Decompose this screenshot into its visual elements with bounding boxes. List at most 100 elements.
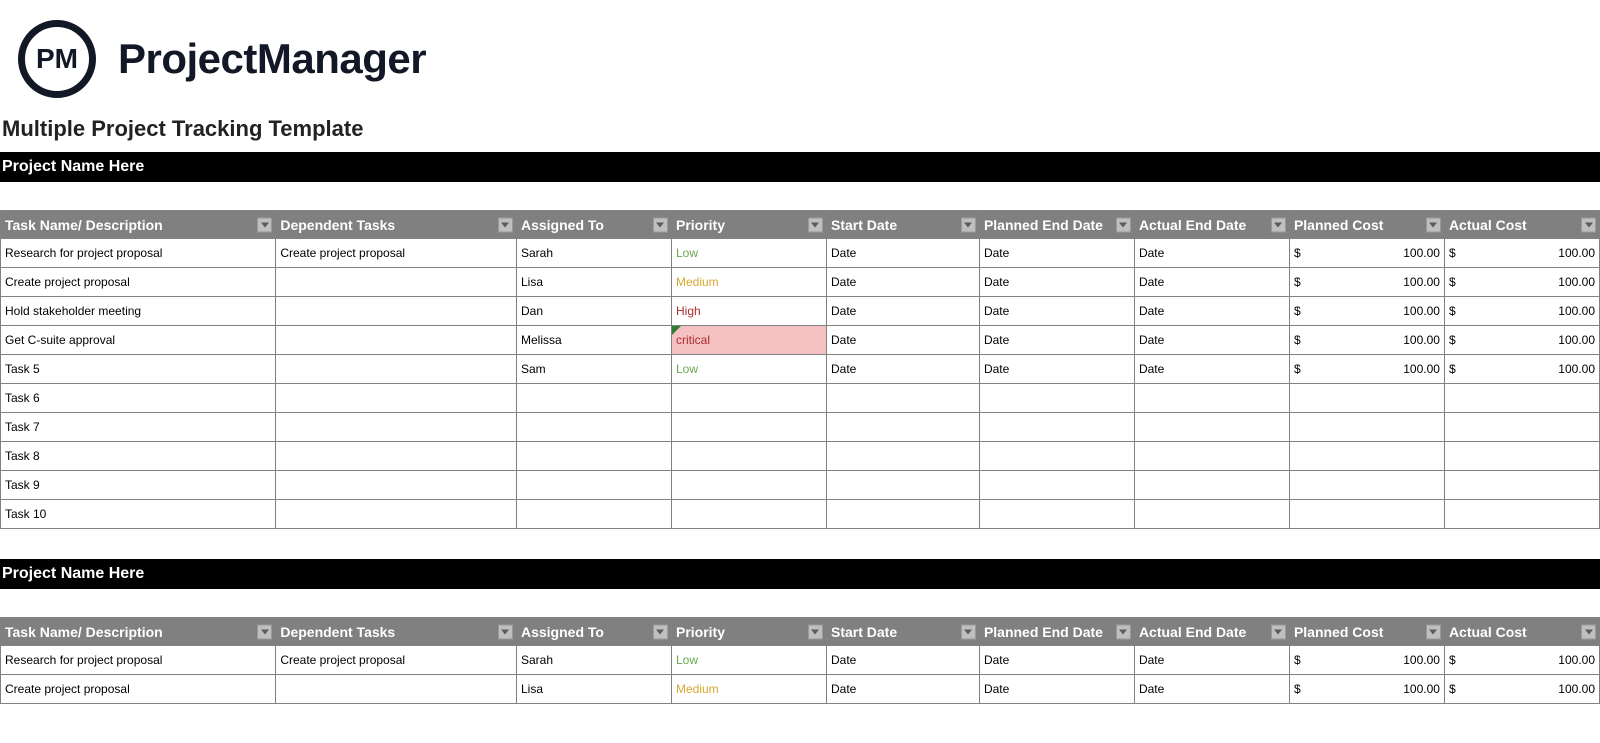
cell-priority[interactable]: Medium — [671, 268, 826, 297]
cell-plan-end[interactable] — [979, 384, 1134, 413]
table-row[interactable]: Task 9 — [1, 471, 1600, 500]
col-dependent[interactable]: Dependent Tasks — [276, 618, 517, 646]
cell-start[interactable]: Date — [826, 646, 979, 675]
cell-assigned[interactable]: Dan — [516, 297, 671, 326]
cell-priority[interactable]: High — [671, 297, 826, 326]
cell-priority[interactable] — [671, 471, 826, 500]
cell-plan-end[interactable]: Date — [979, 646, 1134, 675]
cell-act-cost[interactable]: $100.00 — [1444, 646, 1599, 675]
cell-dependent[interactable] — [276, 355, 517, 384]
cell-assigned[interactable]: Sarah — [516, 646, 671, 675]
cell-priority[interactable]: Medium — [671, 675, 826, 704]
cell-act-cost[interactable] — [1444, 500, 1599, 529]
col-act-end[interactable]: Actual End Date — [1134, 618, 1289, 646]
cell-start[interactable] — [826, 500, 979, 529]
cell-plan-cost[interactable] — [1289, 442, 1444, 471]
filter-dropdown-icon[interactable] — [653, 217, 668, 232]
table-row[interactable]: Get C-suite approvalMelissacriticalDateD… — [1, 326, 1600, 355]
col-plan-cost[interactable]: Planned Cost — [1289, 211, 1444, 239]
cell-assigned[interactable] — [516, 384, 671, 413]
cell-act-end[interactable] — [1134, 442, 1289, 471]
cell-assigned[interactable]: Sam — [516, 355, 671, 384]
cell-dependent[interactable] — [276, 675, 517, 704]
cell-start[interactable]: Date — [826, 326, 979, 355]
cell-task[interactable]: Create project proposal — [1, 675, 276, 704]
filter-dropdown-icon[interactable] — [1581, 624, 1596, 639]
cell-assigned[interactable]: Melissa — [516, 326, 671, 355]
table-row[interactable]: Research for project proposalCreate proj… — [1, 239, 1600, 268]
filter-dropdown-icon[interactable] — [498, 217, 513, 232]
cell-act-end[interactable] — [1134, 413, 1289, 442]
col-priority[interactable]: Priority — [671, 211, 826, 239]
filter-dropdown-icon[interactable] — [1116, 217, 1131, 232]
cell-dependent[interactable] — [276, 384, 517, 413]
cell-dependent[interactable]: Create project proposal — [276, 239, 517, 268]
cell-act-end[interactable]: Date — [1134, 675, 1289, 704]
cell-act-end[interactable]: Date — [1134, 268, 1289, 297]
cell-plan-end[interactable]: Date — [979, 326, 1134, 355]
filter-dropdown-icon[interactable] — [1426, 624, 1441, 639]
table-row[interactable]: Task 8 — [1, 442, 1600, 471]
col-plan-end[interactable]: Planned End Date — [979, 618, 1134, 646]
table-row[interactable]: Task 10 — [1, 500, 1600, 529]
cell-task[interactable]: Task 8 — [1, 442, 276, 471]
cell-task[interactable]: Research for project proposal — [1, 239, 276, 268]
filter-dropdown-icon[interactable] — [808, 217, 823, 232]
cell-plan-cost[interactable] — [1289, 500, 1444, 529]
filter-dropdown-icon[interactable] — [1116, 624, 1131, 639]
cell-plan-end[interactable]: Date — [979, 675, 1134, 704]
cell-plan-cost[interactable]: $100.00 — [1289, 646, 1444, 675]
cell-act-end[interactable] — [1134, 500, 1289, 529]
cell-act-cost[interactable]: $100.00 — [1444, 675, 1599, 704]
col-task[interactable]: Task Name/ Description — [1, 211, 276, 239]
cell-dependent[interactable]: Create project proposal — [276, 646, 517, 675]
cell-dependent[interactable] — [276, 268, 517, 297]
cell-act-cost[interactable] — [1444, 413, 1599, 442]
cell-act-end[interactable]: Date — [1134, 297, 1289, 326]
cell-priority[interactable] — [671, 384, 826, 413]
cell-dependent[interactable] — [276, 413, 517, 442]
cell-plan-end[interactable]: Date — [979, 355, 1134, 384]
cell-task[interactable]: Task 7 — [1, 413, 276, 442]
cell-act-cost[interactable]: $100.00 — [1444, 297, 1599, 326]
cell-plan-cost[interactable]: $100.00 — [1289, 355, 1444, 384]
filter-dropdown-icon[interactable] — [961, 217, 976, 232]
cell-act-cost[interactable]: $100.00 — [1444, 355, 1599, 384]
table-row[interactable]: Research for project proposalCreate proj… — [1, 646, 1600, 675]
cell-task[interactable]: Task 6 — [1, 384, 276, 413]
cell-task[interactable]: Hold stakeholder meeting — [1, 297, 276, 326]
cell-start[interactable] — [826, 471, 979, 500]
cell-plan-end[interactable] — [979, 442, 1134, 471]
cell-priority[interactable] — [671, 442, 826, 471]
cell-plan-cost[interactable]: $100.00 — [1289, 297, 1444, 326]
cell-priority[interactable]: Low — [671, 355, 826, 384]
cell-dependent[interactable] — [276, 471, 517, 500]
cell-act-cost[interactable]: $100.00 — [1444, 239, 1599, 268]
cell-task[interactable]: Create project proposal — [1, 268, 276, 297]
col-plan-cost[interactable]: Planned Cost — [1289, 618, 1444, 646]
col-assigned[interactable]: Assigned To — [516, 211, 671, 239]
filter-dropdown-icon[interactable] — [1581, 217, 1596, 232]
cell-act-end[interactable]: Date — [1134, 326, 1289, 355]
cell-start[interactable]: Date — [826, 239, 979, 268]
cell-task[interactable]: Task 9 — [1, 471, 276, 500]
cell-task[interactable]: Task 10 — [1, 500, 276, 529]
cell-priority[interactable] — [671, 500, 826, 529]
cell-start[interactable]: Date — [826, 355, 979, 384]
table-row[interactable]: Hold stakeholder meetingDanHighDateDateD… — [1, 297, 1600, 326]
filter-dropdown-icon[interactable] — [257, 624, 272, 639]
cell-dependent[interactable] — [276, 326, 517, 355]
cell-plan-end[interactable]: Date — [979, 297, 1134, 326]
filter-dropdown-icon[interactable] — [1271, 624, 1286, 639]
cell-plan-end[interactable] — [979, 413, 1134, 442]
cell-act-end[interactable] — [1134, 384, 1289, 413]
cell-act-end[interactable]: Date — [1134, 646, 1289, 675]
cell-task[interactable]: Research for project proposal — [1, 646, 276, 675]
cell-act-cost[interactable] — [1444, 442, 1599, 471]
cell-act-end[interactable]: Date — [1134, 355, 1289, 384]
cell-plan-cost[interactable] — [1289, 471, 1444, 500]
cell-plan-end[interactable] — [979, 500, 1134, 529]
cell-act-cost[interactable]: $100.00 — [1444, 326, 1599, 355]
cell-plan-cost[interactable] — [1289, 413, 1444, 442]
cell-dependent[interactable] — [276, 442, 517, 471]
